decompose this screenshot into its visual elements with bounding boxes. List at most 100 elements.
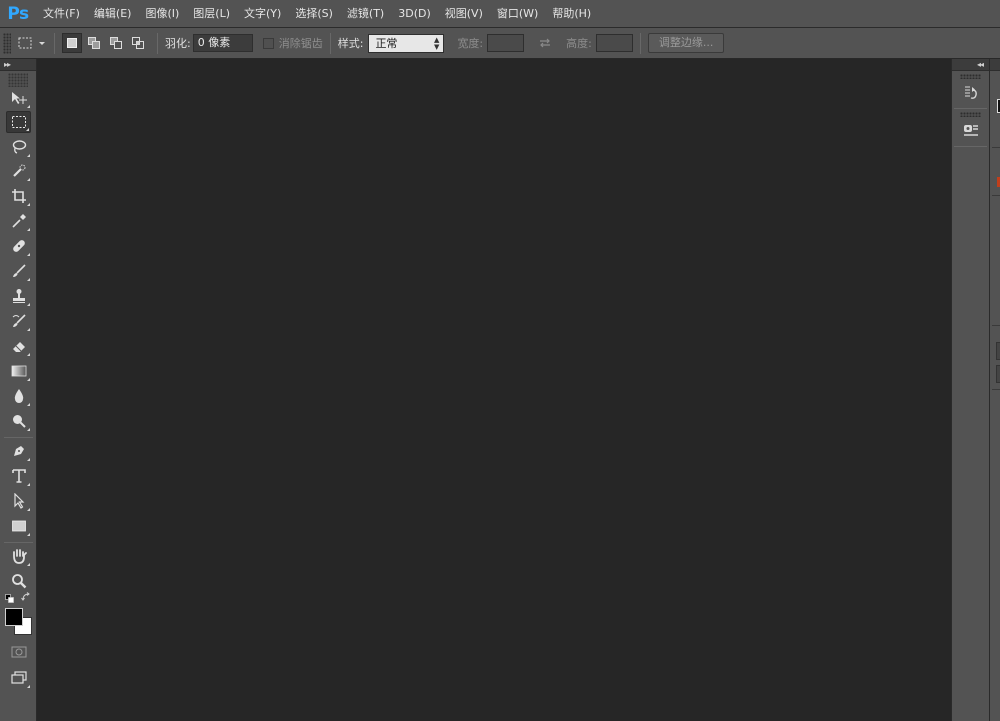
zoom-tool[interactable] <box>6 570 31 592</box>
intersect-selection-button[interactable] <box>128 33 148 53</box>
menu-3d[interactable]: 3D(D) <box>391 0 438 28</box>
screen-mode-button[interactable] <box>6 667 31 689</box>
blur-icon <box>14 389 23 403</box>
type-icon <box>11 469 26 483</box>
dock-grip[interactable] <box>960 74 981 79</box>
foreground-color-swatch[interactable] <box>5 608 23 626</box>
swap-icon[interactable] <box>537 36 553 50</box>
chevron-down-icon <box>39 42 45 45</box>
default-colors-icon[interactable] <box>5 594 14 603</box>
zoom-icon <box>11 574 26 589</box>
menu-edit[interactable]: 编辑(E) <box>87 0 139 28</box>
dock-separator <box>954 108 987 109</box>
separator <box>157 32 158 54</box>
tool-flyout-indicator <box>27 105 30 108</box>
lasso-tool[interactable] <box>6 136 31 158</box>
history-panel-button[interactable] <box>958 82 984 104</box>
separator <box>639 32 641 54</box>
collapsed-panel-dock: ◂◂ <box>951 59 989 721</box>
subtract-from-selection-button[interactable] <box>106 33 126 53</box>
tools-panel-grip[interactable] <box>8 73 28 87</box>
healing-brush-icon <box>12 240 25 252</box>
rect-marquee-icon <box>18 37 32 49</box>
menu-file[interactable]: 文件(F) <box>36 0 87 28</box>
gradient-tool[interactable] <box>6 360 31 382</box>
tool-flyout-indicator <box>27 563 30 566</box>
double-chevron-left-icon[interactable]: ◂◂ <box>952 59 989 71</box>
options-bar: 羽化: 0 像素 消除锯齿 样式: 正常 ▲ ▼ 宽度: 高度: 调整边缘... <box>0 28 1000 59</box>
pen-tool[interactable] <box>6 440 31 462</box>
menu-filter[interactable]: 滤镜(T) <box>340 0 391 28</box>
properties-panel-icon <box>963 125 978 136</box>
tool-flyout-indicator <box>27 154 30 157</box>
blur-tool[interactable] <box>6 385 31 407</box>
tool-flyout-indicator <box>27 428 30 431</box>
tool-flyout-indicator <box>27 483 30 486</box>
width-input[interactable] <box>487 34 525 52</box>
tool-flyout-indicator <box>27 178 30 181</box>
style-select[interactable]: 正常 ▲ ▼ <box>368 33 445 53</box>
hand-tool[interactable] <box>6 545 31 567</box>
properties-panel-button[interactable] <box>958 120 984 142</box>
move-tool[interactable] <box>6 87 31 109</box>
brush-tool[interactable] <box>6 260 31 282</box>
quick-select-icon <box>12 164 25 177</box>
path-select-tool[interactable] <box>6 490 31 512</box>
quick-mask-icon <box>11 646 26 658</box>
dodge-tool[interactable] <box>6 410 31 432</box>
type-tool[interactable] <box>6 465 31 487</box>
document-canvas-area[interactable] <box>38 59 950 721</box>
quick-mask-button[interactable] <box>6 641 31 663</box>
panel-field <box>996 365 1000 383</box>
new-selection-button[interactable] <box>62 33 82 53</box>
tool-preset-picker[interactable] <box>17 36 47 50</box>
menu-image[interactable]: 图像(I) <box>138 0 186 28</box>
history-panel-icon <box>964 86 977 99</box>
options-bar-grip[interactable] <box>3 32 11 54</box>
clone-stamp-tool[interactable] <box>6 285 31 307</box>
history-brush-tool[interactable] <box>6 310 31 332</box>
tool-flyout-indicator <box>27 403 30 406</box>
panel-field <box>996 342 1000 360</box>
eyedropper-icon <box>11 214 26 228</box>
style-label: 样式: <box>337 37 364 50</box>
menu-type[interactable]: 文字(Y) <box>237 0 288 28</box>
refine-edge-button[interactable]: 调整边缘... <box>647 33 725 53</box>
height-input[interactable] <box>595 34 633 52</box>
lasso-icon <box>12 140 26 154</box>
menu-bar: Ps 文件(F) 编辑(E) 图像(I) 图层(L) 文字(Y) 选择(S) 滤… <box>0 0 1000 28</box>
tools-panel: ▸▸ <box>0 59 37 721</box>
healing-brush-tool[interactable] <box>6 235 31 257</box>
tool-flyout-indicator <box>27 278 30 281</box>
feather-input[interactable]: 0 像素 <box>192 34 253 52</box>
tool-flyout-indicator <box>27 203 30 206</box>
rectangle-shape-tool[interactable] <box>6 515 31 537</box>
select-arrows-icon: ▲ ▼ <box>434 35 440 51</box>
menu-select[interactable]: 选择(S) <box>288 0 340 28</box>
pen-icon <box>13 446 24 456</box>
antialias-checkbox[interactable] <box>262 37 274 49</box>
separator <box>329 32 331 54</box>
double-chevron-right-icon[interactable]: ▸▸ <box>0 59 36 71</box>
menu-window[interactable]: 窗口(W) <box>490 0 545 28</box>
crop-tool[interactable] <box>6 185 31 207</box>
crop-icon <box>11 189 26 203</box>
quick-select-tool[interactable] <box>6 160 31 182</box>
intersect-selection-icon <box>132 37 144 49</box>
swap-colors-icon[interactable] <box>21 592 31 602</box>
brush-icon <box>12 264 26 277</box>
tool-flyout-indicator <box>26 128 29 131</box>
tool-flyout-indicator <box>27 458 30 461</box>
height-label: 高度: <box>566 37 592 50</box>
gradient-icon <box>11 365 26 377</box>
tool-flyout-indicator <box>27 253 30 256</box>
eraser-tool[interactable] <box>6 335 31 357</box>
dock-grip[interactable] <box>960 112 981 117</box>
add-to-selection-button[interactable] <box>84 33 104 53</box>
rect-marquee-tool[interactable] <box>6 111 31 133</box>
menu-view[interactable]: 视图(V) <box>438 0 490 28</box>
menu-help[interactable]: 帮助(H) <box>545 0 598 28</box>
eyedropper-tool[interactable] <box>6 210 31 232</box>
menu-layer[interactable]: 图层(L) <box>186 0 237 28</box>
tool-flyout-indicator <box>27 328 30 331</box>
